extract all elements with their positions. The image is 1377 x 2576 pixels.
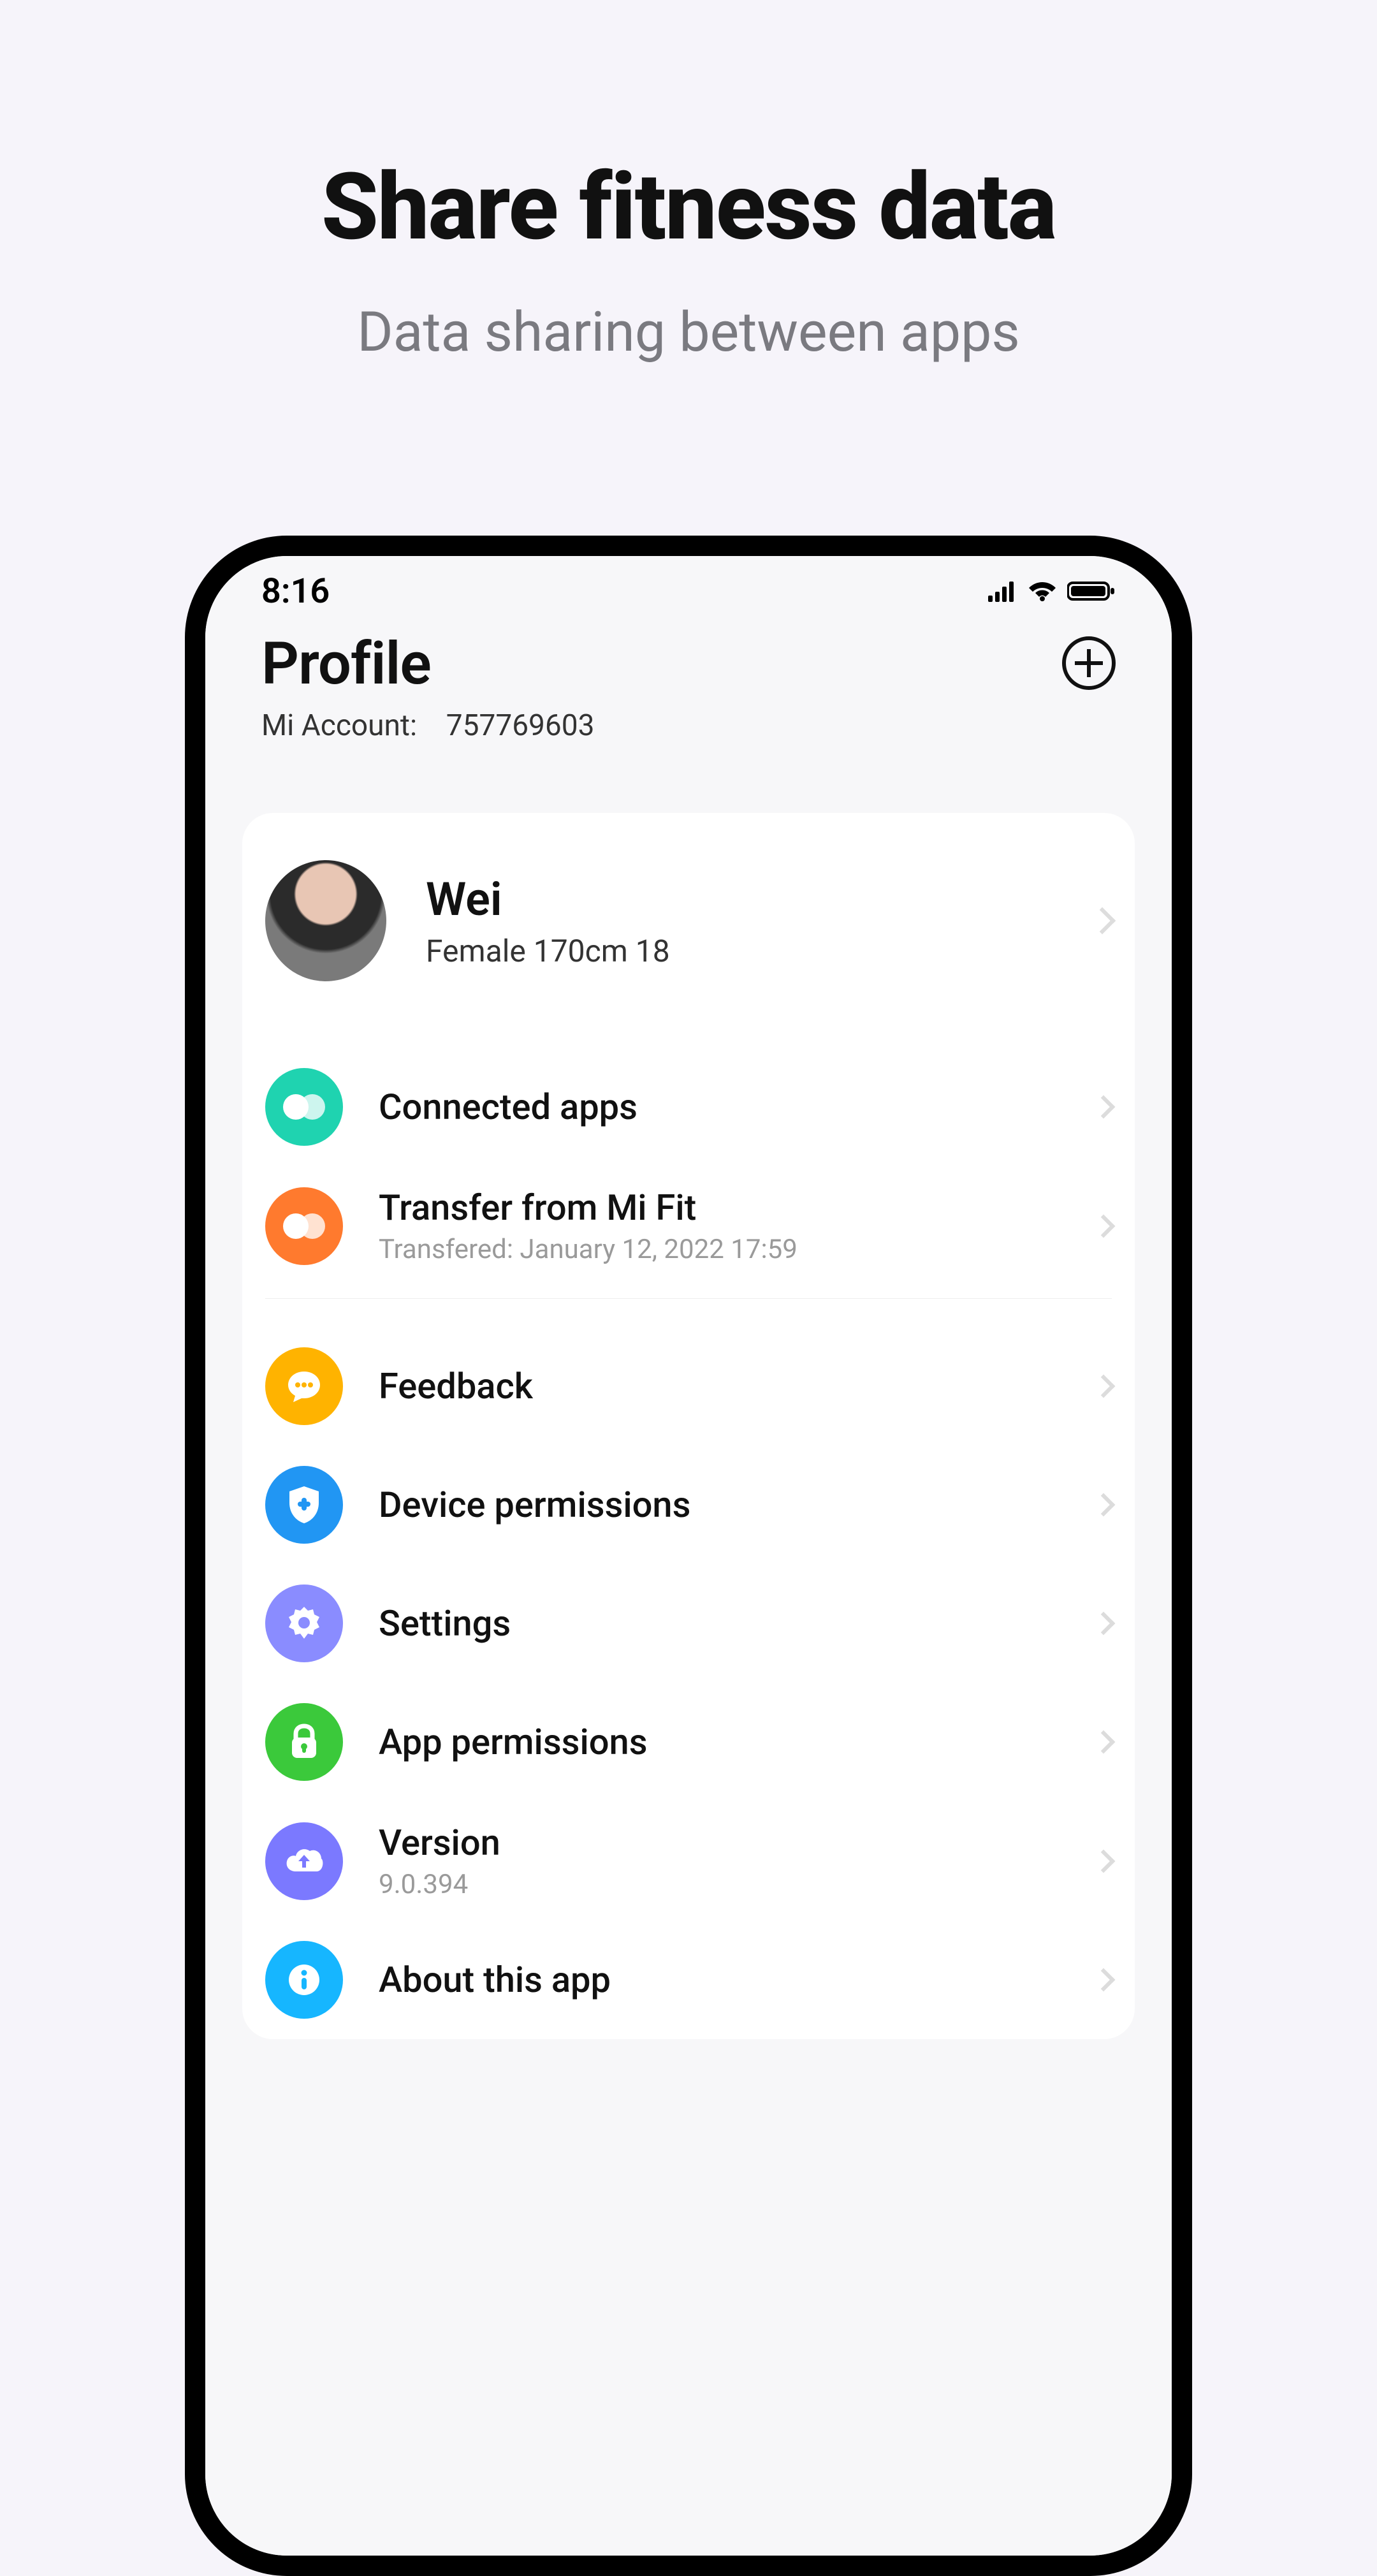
row-label: Connected apps	[379, 1086, 1085, 1128]
row-label: Transfer from Mi Fit	[379, 1187, 1085, 1229]
row-transfer[interactable]: Transfer from Mi Fit Transfered: January…	[265, 1166, 1112, 1285]
account-id: 757769603	[446, 708, 595, 743]
row-label: Device permissions	[379, 1484, 1085, 1526]
promo-subtitle: Data sharing between apps	[0, 300, 1377, 364]
status-time: 8:16	[261, 571, 330, 611]
status-bar: 8:16	[242, 556, 1135, 626]
row-version[interactable]: Version 9.0.394	[265, 1801, 1112, 1921]
row-label: App permissions	[379, 1721, 1085, 1763]
gear-icon	[265, 1584, 343, 1662]
status-indicators	[988, 580, 1116, 602]
add-button[interactable]	[1062, 636, 1116, 690]
chevron-right-icon	[1092, 1731, 1116, 1754]
chevron-right-icon	[1092, 1968, 1116, 1992]
settings-card: Wei Female 170cm 18 Connected apps	[242, 813, 1135, 2039]
chevron-right-icon	[1092, 1375, 1116, 1398]
cloud-upload-icon	[265, 1822, 343, 1900]
row-label: About this app	[379, 1959, 1085, 2001]
user-row[interactable]: Wei Female 170cm 18	[265, 822, 1112, 1048]
avatar	[265, 860, 386, 981]
user-meta: Female 170cm 18	[426, 933, 1093, 969]
account-line: Mi Account: 757769603	[261, 708, 594, 743]
chevron-right-icon	[1092, 1095, 1116, 1119]
divider	[265, 1298, 1112, 1299]
battery-icon	[1067, 580, 1116, 602]
connected-apps-icon	[265, 1068, 343, 1146]
chevron-right-icon	[1092, 1214, 1116, 1238]
page-header: Profile Mi Account: 757769603	[242, 626, 1135, 743]
chevron-right-icon	[1092, 1493, 1116, 1517]
row-label: Feedback	[379, 1365, 1085, 1407]
row-about[interactable]: About this app	[265, 1921, 1112, 2039]
row-feedback[interactable]: Feedback	[265, 1327, 1112, 1445]
shield-icon	[265, 1466, 343, 1544]
lock-icon	[265, 1703, 343, 1781]
screen: 8:16	[205, 556, 1172, 2556]
page-title: Profile	[261, 630, 594, 698]
row-device-permissions[interactable]: Device permissions	[265, 1445, 1112, 1564]
row-connected-apps[interactable]: Connected apps	[265, 1048, 1112, 1166]
wifi-icon	[1028, 580, 1057, 602]
feedback-icon	[265, 1347, 343, 1425]
row-settings[interactable]: Settings	[265, 1564, 1112, 1683]
phone-frame: 8:16	[185, 536, 1192, 2576]
row-app-permissions[interactable]: App permissions	[265, 1683, 1112, 1801]
info-icon	[265, 1941, 343, 2019]
row-sub: Transfered: January 12, 2022 17:59	[379, 1234, 1085, 1265]
row-sub: 9.0.394	[379, 1869, 1085, 1900]
chevron-right-icon	[1089, 907, 1116, 934]
transfer-icon	[265, 1187, 343, 1265]
row-label: Settings	[379, 1602, 1085, 1644]
chevron-right-icon	[1092, 1849, 1116, 1873]
chevron-right-icon	[1092, 1612, 1116, 1636]
row-label: Version	[379, 1822, 1085, 1864]
promo-title: Share fitness data	[0, 153, 1377, 261]
user-name: Wei	[426, 872, 1093, 926]
signal-icon	[988, 580, 1017, 602]
account-label: Mi Account:	[261, 708, 417, 743]
